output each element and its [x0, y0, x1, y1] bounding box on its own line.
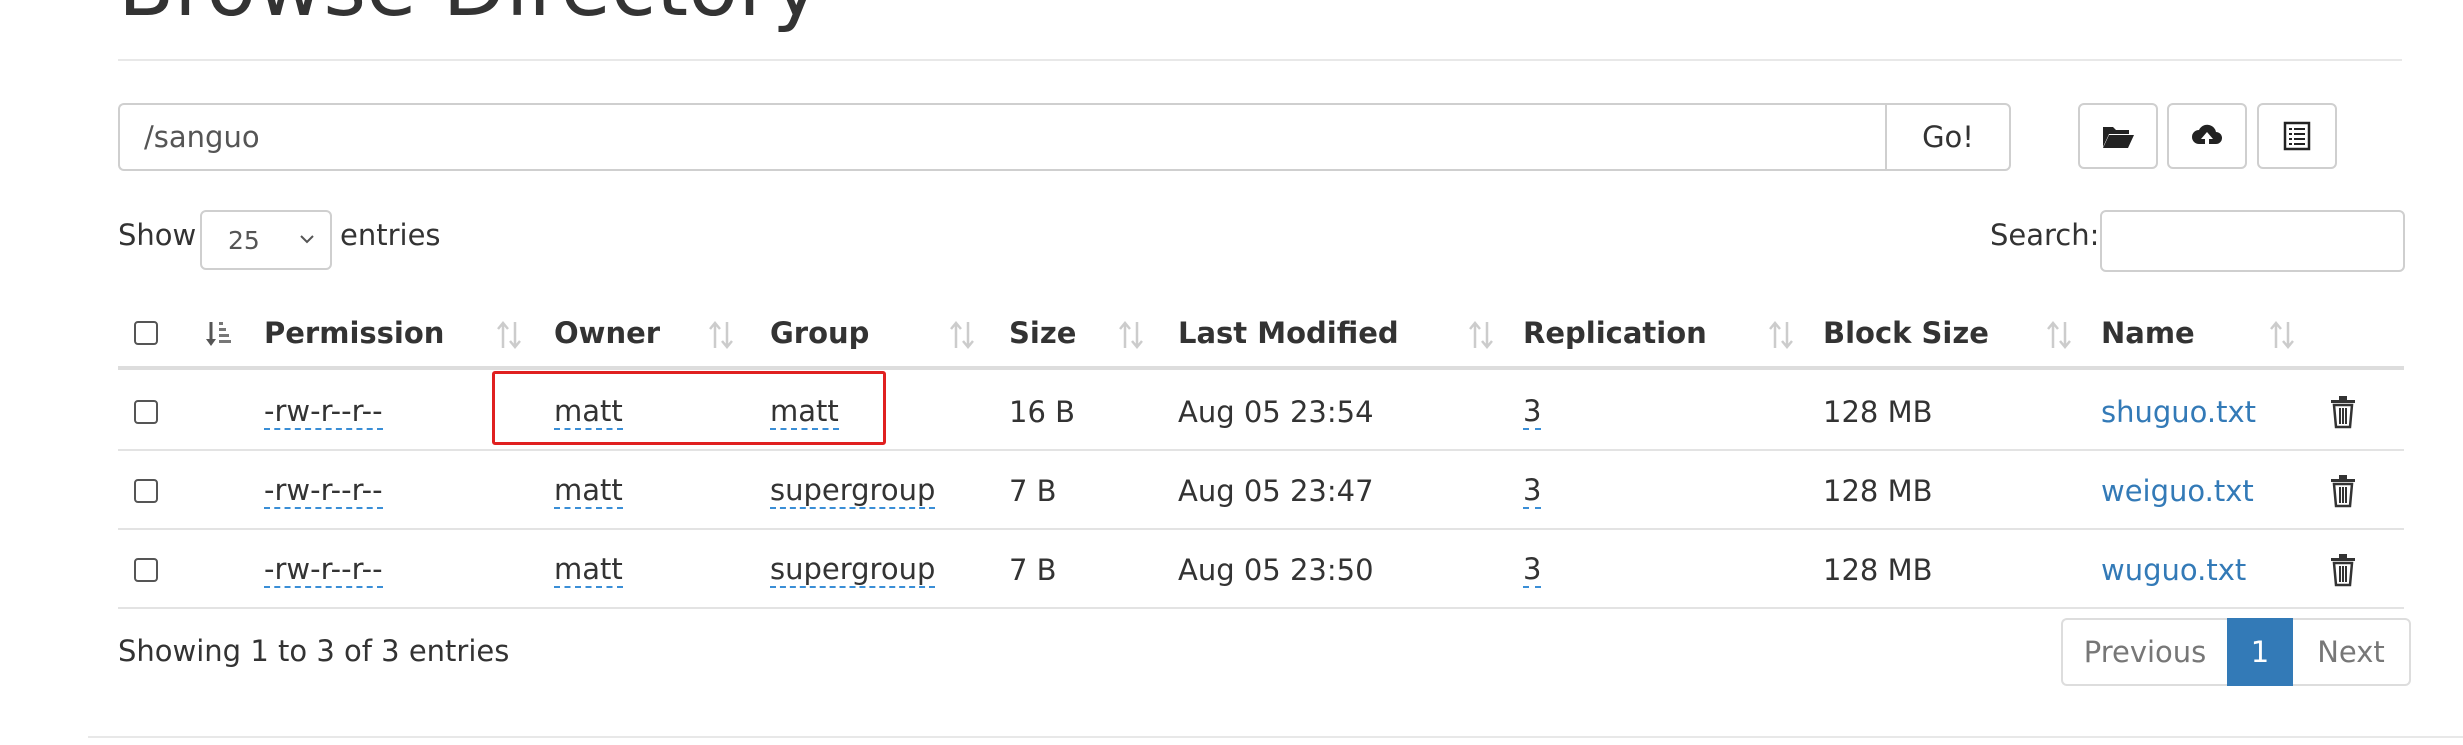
table-header: Permission Owner Group Size Last Modifie…	[118, 300, 2404, 370]
sort-both-icon[interactable]	[1467, 318, 1495, 352]
title-divider	[118, 59, 2402, 61]
name-cell[interactable]: shuguo.txt	[2101, 374, 2256, 449]
block-size-cell: 128 MB	[1823, 473, 1933, 508]
list-icon	[2283, 121, 2311, 151]
sort-both-icon[interactable]	[495, 318, 523, 352]
size-cell: 7 B	[1009, 552, 1057, 587]
replication-value[interactable]: 3	[1523, 394, 1542, 430]
name-cell[interactable]: weiguo.txt	[2101, 453, 2254, 528]
permission-value[interactable]: -rw-r--r--	[264, 394, 383, 430]
name-cell[interactable]: wuguo.txt	[2101, 532, 2246, 607]
upload-file-button[interactable]	[2167, 103, 2247, 169]
select-all-checkbox-cell[interactable]	[134, 300, 158, 366]
group-cell[interactable]: supergroup	[770, 532, 936, 607]
table-row: -rw-r--r-- matt supergroup 7 B Aug 05 23…	[118, 532, 2404, 609]
page-title: Browse Directory	[118, 0, 821, 29]
column-header-block-size[interactable]: Block Size	[1823, 300, 1989, 366]
group-value[interactable]: supergroup	[770, 473, 936, 509]
entries-label: entries	[340, 218, 441, 252]
size-cell: 7 B	[1009, 473, 1057, 508]
sort-asc-icon[interactable]	[204, 318, 232, 352]
owner-value[interactable]: matt	[554, 552, 623, 588]
replication-value[interactable]: 3	[1523, 473, 1542, 509]
owner-cell[interactable]: matt	[554, 453, 623, 528]
row-checkbox-cell[interactable]	[134, 453, 158, 528]
path-input[interactable]	[118, 103, 1885, 171]
previous-page-button[interactable]: Previous	[2061, 618, 2227, 686]
chevron-down-icon	[300, 235, 314, 244]
sort-both-icon[interactable]	[707, 318, 735, 352]
pagination: Previous 1 Next	[2061, 618, 2411, 686]
column-header-last-modified[interactable]: Last Modified	[1178, 300, 1399, 366]
file-name-link[interactable]: wuguo.txt	[2101, 553, 2246, 587]
owner-value[interactable]: matt	[554, 394, 623, 430]
row-checkbox[interactable]	[134, 557, 158, 582]
select-all-checkbox[interactable]	[134, 321, 158, 345]
entries-select-value: 25	[228, 225, 260, 255]
replication-cell[interactable]: 3	[1523, 453, 1542, 528]
column-header-permission[interactable]: Permission	[264, 300, 444, 366]
group-cell[interactable]: supergroup	[770, 453, 936, 528]
table-info: Showing 1 to 3 of 3 entries	[118, 634, 510, 668]
go-button[interactable]: Go!	[1885, 103, 2011, 171]
replication-cell[interactable]: 3	[1523, 532, 1542, 607]
permission-cell[interactable]: -rw-r--r--	[264, 532, 383, 607]
file-name-link[interactable]: weiguo.txt	[2101, 474, 2254, 508]
owner-value[interactable]: matt	[554, 473, 623, 509]
sort-both-icon[interactable]	[948, 318, 976, 352]
search-input[interactable]	[2100, 210, 2405, 272]
block-size-cell: 128 MB	[1823, 552, 1933, 587]
row-checkbox-cell[interactable]	[134, 532, 158, 607]
group-value[interactable]: supergroup	[770, 552, 936, 588]
show-label: Show	[118, 218, 197, 252]
permission-value[interactable]: -rw-r--r--	[264, 552, 383, 588]
permission-cell[interactable]: -rw-r--r--	[264, 374, 383, 449]
sort-both-icon[interactable]	[2045, 318, 2073, 352]
table-row: -rw-r--r-- matt supergroup 7 B Aug 05 23…	[118, 453, 2404, 530]
column-header-size[interactable]: Size	[1009, 300, 1076, 366]
group-value[interactable]: matt	[770, 394, 839, 430]
search-label: Search:	[1990, 218, 2100, 252]
permission-value[interactable]: -rw-r--r--	[264, 473, 383, 509]
row-checkbox[interactable]	[134, 399, 158, 424]
trash-icon[interactable]	[2328, 553, 2358, 587]
sort-both-icon[interactable]	[1767, 318, 1795, 352]
owner-cell[interactable]: matt	[554, 532, 623, 607]
table-row: -rw-r--r-- matt matt 16 B Aug 05 23:54 3…	[118, 374, 2404, 451]
delete-button[interactable]	[2328, 374, 2358, 449]
trash-icon[interactable]	[2328, 474, 2358, 508]
footer-divider	[88, 736, 2463, 738]
cloud-upload-icon	[2192, 124, 2222, 148]
replication-cell[interactable]: 3	[1523, 374, 1542, 449]
path-bar: Go!	[118, 103, 2011, 171]
column-header-name[interactable]: Name	[2101, 300, 2195, 366]
row-checkbox[interactable]	[134, 478, 158, 503]
last-modified-cell: Aug 05 23:54	[1178, 394, 1374, 429]
create-directory-button[interactable]	[2078, 103, 2158, 169]
next-page-button[interactable]: Next	[2293, 618, 2411, 686]
last-modified-cell: Aug 05 23:47	[1178, 473, 1374, 508]
delete-button[interactable]	[2328, 532, 2358, 607]
sort-both-icon[interactable]	[1117, 318, 1145, 352]
sort-both-icon[interactable]	[2268, 318, 2296, 352]
current-page-button[interactable]: 1	[2227, 618, 2293, 686]
cut-paste-button[interactable]	[2257, 103, 2337, 169]
group-cell[interactable]: matt	[770, 374, 839, 449]
last-modified-cell: Aug 05 23:50	[1178, 552, 1374, 587]
owner-cell[interactable]: matt	[554, 374, 623, 449]
delete-button[interactable]	[2328, 453, 2358, 528]
size-cell: 16 B	[1009, 394, 1076, 429]
file-name-link[interactable]: shuguo.txt	[2101, 395, 2256, 429]
entries-per-page-select[interactable]: 25	[200, 210, 332, 270]
column-header-owner[interactable]: Owner	[554, 300, 660, 366]
column-header-replication[interactable]: Replication	[1523, 300, 1707, 366]
trash-icon[interactable]	[2328, 395, 2358, 429]
column-header-group[interactable]: Group	[770, 300, 869, 366]
block-size-cell: 128 MB	[1823, 394, 1933, 429]
replication-value[interactable]: 3	[1523, 552, 1542, 588]
folder-open-icon	[2103, 127, 2134, 148]
row-checkbox-cell[interactable]	[134, 374, 158, 449]
permission-cell[interactable]: -rw-r--r--	[264, 453, 383, 528]
